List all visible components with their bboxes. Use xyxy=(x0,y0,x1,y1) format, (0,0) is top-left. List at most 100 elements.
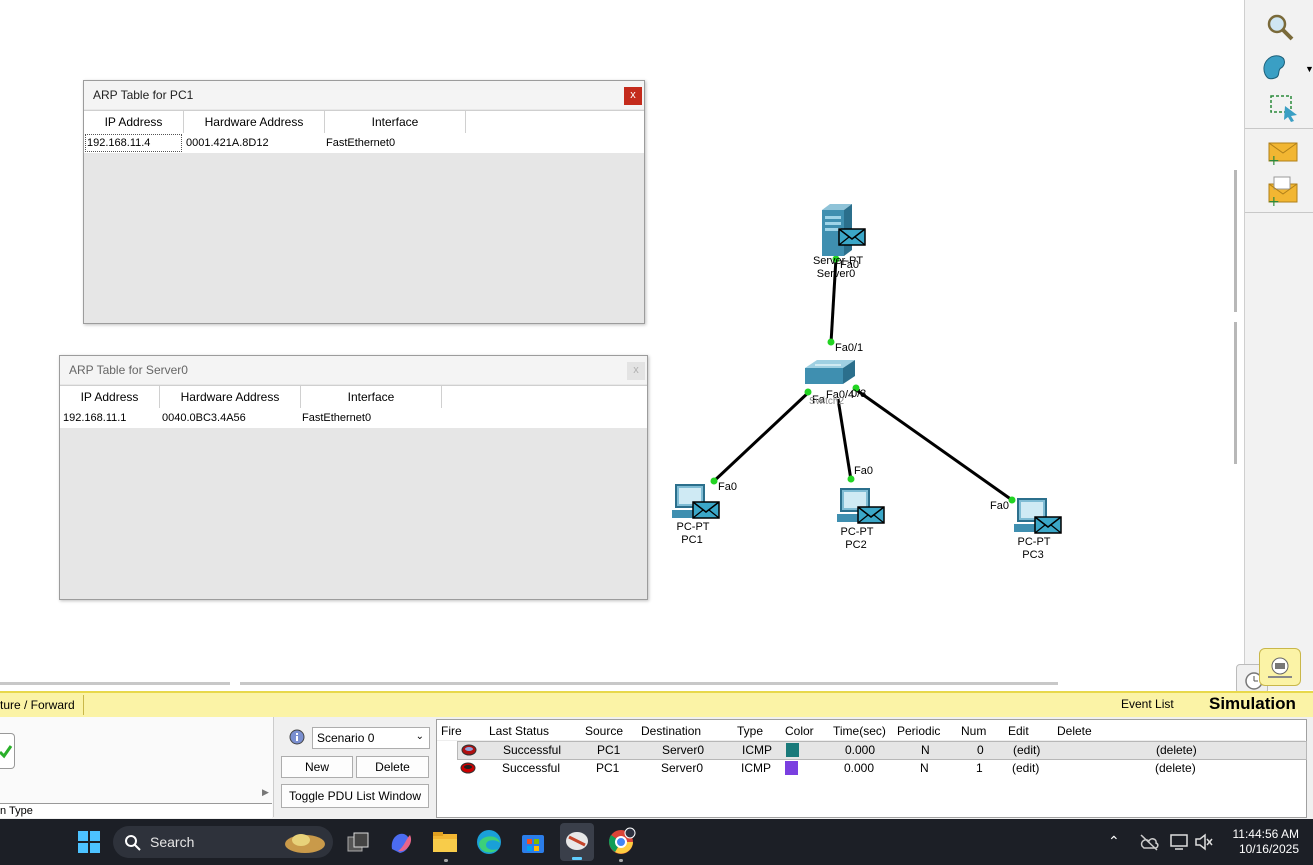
column-header-edit: Edit xyxy=(1008,724,1029,738)
resize-select-icon[interactable] xyxy=(1267,90,1301,124)
envelope-icon[interactable] xyxy=(857,506,885,524)
clock-date: 10/16/2025 xyxy=(1238,842,1299,856)
dropdown-arrow-icon[interactable]: ▼ xyxy=(1305,64,1313,74)
capture-forward-tab[interactable]: ture / Forward xyxy=(0,695,84,715)
column-header-color: Color xyxy=(785,724,814,738)
port-label: Fa0 xyxy=(840,259,859,271)
vertical-scrollbar[interactable] xyxy=(1234,170,1237,312)
envelope-icon[interactable] xyxy=(1034,516,1062,534)
info-icon[interactable] xyxy=(289,729,305,748)
pdu-row[interactable]: Successful PC1 Server0 ICMP 0.000 N 0 (e… xyxy=(457,741,1307,760)
port-label: Fa0 xyxy=(854,465,873,477)
link-switch-pc2 xyxy=(836,398,853,481)
system-clock[interactable]: 11:44:56 AM 10/16/2025 xyxy=(1233,827,1300,857)
link-light xyxy=(710,477,718,485)
store-icon[interactable] xyxy=(518,827,548,857)
switch-icon[interactable] xyxy=(803,358,857,388)
envelope-icon[interactable] xyxy=(838,228,866,246)
copilot-icon[interactable] xyxy=(386,827,416,857)
chevron-up-icon[interactable]: ⌃ xyxy=(1108,833,1120,850)
task-view-icon[interactable] xyxy=(343,827,373,857)
bottom-panel: ▶ n Type Scenario 0 ⌄ New Delete Toggle … xyxy=(0,717,1313,819)
pdu-row[interactable]: Successful PC1 Server0 ICMP 0.000 N 1 (e… xyxy=(457,760,1305,777)
periodic-cell: N xyxy=(921,743,930,757)
scenario-pane: Scenario 0 ⌄ New Delete Toggle PDU List … xyxy=(276,717,432,817)
simulation-mode-label: Simulation xyxy=(1209,694,1296,713)
taskbar: Search ⌃ 11:44:56 AM 10/16/2025 xyxy=(0,819,1313,865)
fire-icon[interactable] xyxy=(459,762,477,774)
source-cell: PC1 xyxy=(597,743,621,757)
delete-scenario-button[interactable]: Delete xyxy=(356,756,429,778)
edge-icon[interactable] xyxy=(474,827,504,857)
volume-muted-icon[interactable] xyxy=(1194,832,1214,852)
edit-link[interactable]: (edit) xyxy=(1012,761,1039,775)
file-explorer-icon[interactable] xyxy=(430,827,460,857)
status-cell: Successful xyxy=(502,761,561,775)
palette-icon[interactable] xyxy=(1259,50,1293,84)
pdu-list: Fire Last Status Source Destination Type… xyxy=(436,719,1307,818)
periodic-cell: N xyxy=(920,761,929,775)
pc1-name-label: PC1 xyxy=(681,534,703,546)
toggle-pdu-list-button[interactable]: Toggle PDU List Window xyxy=(281,784,429,808)
destination-cell: Server0 xyxy=(661,761,704,775)
search-icon xyxy=(125,835,141,851)
vertical-scrollbar-thumb[interactable] xyxy=(1234,322,1237,464)
port-label-fa0-3: 0/3 xyxy=(851,388,867,400)
link-switch-pc3 xyxy=(854,387,1013,502)
type-cell: ICMP xyxy=(742,743,772,757)
port-label: Fa0 xyxy=(990,500,1009,512)
network-icon[interactable] xyxy=(1169,832,1189,852)
search-highlight-icon xyxy=(285,834,325,853)
delete-link[interactable]: (delete) xyxy=(1155,761,1196,775)
color-swatch xyxy=(785,761,798,775)
column-header-periodic: Periodic xyxy=(897,724,941,738)
column-header-num: Num xyxy=(961,724,987,738)
delete-link[interactable]: (delete) xyxy=(1156,743,1197,757)
pc3-name-label: PC3 xyxy=(1022,549,1044,561)
event-list-button[interactable]: Event List xyxy=(1121,697,1174,711)
chrome-icon[interactable] xyxy=(606,827,636,857)
pc1-type-label: PC-PT xyxy=(676,521,710,533)
chevron-down-icon: ⌄ xyxy=(415,731,424,742)
scenario-select[interactable]: Scenario 0 ⌄ xyxy=(312,727,430,749)
simulation-mode-icon[interactable] xyxy=(1259,648,1301,686)
running-indicator xyxy=(619,859,623,862)
column-header-last-status: Last Status xyxy=(489,724,550,738)
new-scenario-button[interactable]: New xyxy=(281,756,353,778)
column-header-destination: Destination xyxy=(641,724,702,738)
envelope-icon[interactable] xyxy=(692,501,720,519)
edit-link[interactable]: (edit) xyxy=(1013,743,1040,757)
device-type-label: n Type xyxy=(0,803,272,818)
scroll-right-icon[interactable]: ▶ xyxy=(262,787,269,798)
num-cell: 0 xyxy=(977,743,984,757)
destination-cell: Server0 xyxy=(662,743,705,757)
link-switch-pc1 xyxy=(711,389,812,484)
clock-time: 11:44:56 AM xyxy=(1232,827,1300,841)
time-cell: 0.000 xyxy=(845,743,876,757)
switch-name-label: Switch2 xyxy=(809,396,845,407)
running-indicator xyxy=(444,859,448,862)
port-label-fa0-1: Fa0/1 xyxy=(835,342,864,354)
fire-icon[interactable] xyxy=(460,744,478,756)
column-header-fire: Fire xyxy=(441,724,462,738)
server-type-label: Server-PT xyxy=(812,255,864,267)
search-placeholder: Search xyxy=(150,834,195,850)
logical-workspace[interactable]: ARP Table for PC1 x IP Address Hardware … xyxy=(0,0,1228,690)
port-label: Fa0 xyxy=(718,481,737,493)
add-simple-pdu-icon[interactable]: + xyxy=(1265,135,1299,169)
zoom-icon[interactable] xyxy=(1263,10,1297,44)
onedrive-icon[interactable] xyxy=(1139,833,1159,851)
check-icon[interactable] xyxy=(0,733,15,769)
windows-start-icon[interactable] xyxy=(74,827,104,857)
add-complex-pdu-icon[interactable]: + xyxy=(1265,174,1299,208)
time-cell: 0.000 xyxy=(844,761,875,775)
svg-text:+: + xyxy=(1268,153,1280,167)
packet-tracer-icon[interactable] xyxy=(560,823,594,861)
scenario-select-value: Scenario 0 xyxy=(317,731,375,745)
column-header-time: Time(sec) xyxy=(833,724,886,738)
horizontal-scrollbar-thumb[interactable] xyxy=(240,682,1058,685)
column-header-delete: Delete xyxy=(1057,724,1092,738)
column-header-source: Source xyxy=(585,724,624,738)
search-input[interactable]: Search xyxy=(113,826,333,858)
horizontal-scrollbar[interactable] xyxy=(0,682,230,685)
